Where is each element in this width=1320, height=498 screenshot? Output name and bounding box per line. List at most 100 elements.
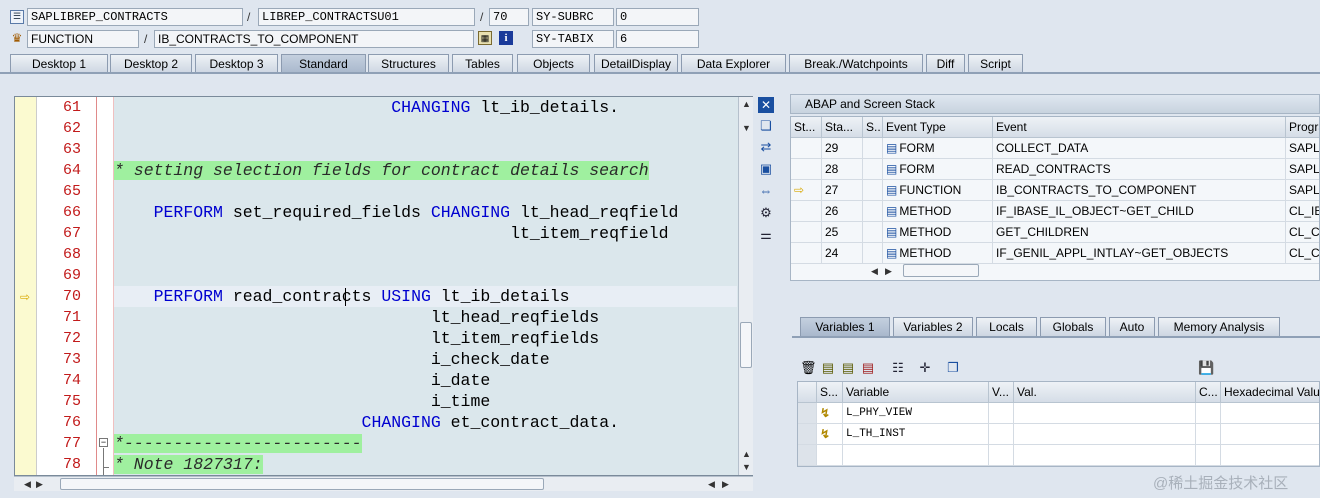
name-field[interactable]: IB_CONTRACTS_TO_COMPONENT — [154, 30, 474, 48]
tab-auto[interactable]: Auto — [1109, 317, 1155, 336]
stack-program[interactable]: SAPLIE — [1286, 159, 1319, 180]
code-line[interactable] — [114, 139, 737, 160]
scroll-up-arrow-icon[interactable]: ▲ — [742, 99, 751, 109]
row-selector[interactable] — [798, 445, 817, 466]
stack-event[interactable]: IF_GENIL_APPL_INTLAY~GET_OBJECTS — [993, 243, 1286, 264]
code-line[interactable]: i_date — [114, 370, 737, 391]
resize-icon[interactable]: ⇔ — [758, 183, 774, 199]
stack-level[interactable]: 27 — [822, 180, 863, 201]
stack-level[interactable]: 28 — [822, 159, 863, 180]
delete-icon[interactable]: 🗑 — [800, 360, 817, 376]
tab-desktop-1[interactable]: Desktop 1 — [10, 54, 108, 73]
code-line[interactable]: * Note 1827317: — [114, 454, 737, 475]
stack-column-header[interactable]: Sta... — [822, 117, 863, 138]
source-editor[interactable]: CHANGING lt_ib_details. * setting selecti… — [14, 96, 753, 476]
stack-status[interactable] — [863, 222, 883, 243]
load-variables-icon[interactable]: ▤ — [840, 360, 856, 376]
sysvar2-name-field[interactable]: SY-TABIX — [532, 30, 614, 48]
tab-standard[interactable]: Standard — [281, 54, 366, 73]
stack-column-header[interactable]: Progra — [1286, 117, 1319, 138]
tab-globals[interactable]: Globals — [1040, 317, 1106, 336]
type-field[interactable]: FUNCTION — [27, 30, 139, 48]
code-line[interactable]: CHANGING lt_ib_details. — [114, 97, 737, 118]
stack-column-header[interactable]: S.. — [863, 117, 883, 138]
tab-desktop-2[interactable]: Desktop 2 — [110, 54, 192, 73]
stack-current-marker[interactable] — [791, 159, 822, 180]
stack-program[interactable]: CL_CR — [1286, 222, 1319, 243]
sysvar-name-field[interactable]: SY-SUBRC — [532, 8, 614, 26]
variable-type-cell[interactable]: ↯ — [817, 403, 843, 424]
stack-event[interactable]: IB_CONTRACTS_TO_COMPONENT — [993, 180, 1286, 201]
variable-value-cell[interactable] — [1196, 403, 1221, 424]
tab-detaildisplay[interactable]: DetailDisplay — [594, 54, 678, 73]
code-line[interactable] — [114, 181, 737, 202]
stack-horizontal-scrollbar[interactable]: ◀ ▶ — [867, 264, 987, 278]
stack-program[interactable]: SAPLIE — [1286, 180, 1319, 201]
select-all-header[interactable] — [798, 382, 817, 403]
navigate-icon[interactable]: ▦ — [478, 31, 492, 45]
stack-event-type[interactable]: ▤ FUNCTION — [883, 180, 993, 201]
variables-column-header[interactable]: S... — [817, 382, 843, 403]
tab-break-watchpoints[interactable]: Break./Watchpoints — [789, 54, 923, 73]
code-line[interactable]: lt_head_reqfields — [114, 307, 737, 328]
stack-level[interactable]: 24 — [822, 243, 863, 264]
stack-status[interactable] — [863, 159, 883, 180]
tab-variables-1[interactable]: Variables 1 — [800, 317, 890, 336]
scroll-left-arrow-icon[interactable]: ◀ — [24, 479, 31, 489]
stack-program[interactable]: CL_IBC — [1286, 201, 1319, 222]
tab-memory-analysis[interactable]: Memory Analysis — [1158, 317, 1280, 336]
scroll-up-arrow-icon[interactable]: ▲ — [742, 449, 751, 459]
row-selector[interactable] — [798, 403, 817, 424]
scroll-down-arrow-icon[interactable]: ▼ — [742, 123, 751, 133]
save-icon[interactable]: 💾 — [1198, 360, 1214, 376]
code-line[interactable]: lt_item_reqfield — [114, 223, 737, 244]
editor-vertical-scrollbar[interactable]: ▲ ▼ ▲ ▼ — [738, 97, 753, 475]
variables-column-header[interactable]: C... — [1196, 382, 1221, 403]
stack-column-header[interactable]: Event — [993, 117, 1286, 138]
line-field[interactable]: 70 — [489, 8, 529, 26]
tab-structures[interactable]: Structures — [368, 54, 449, 73]
program-field[interactable]: SAPLIBREP_CONTRACTS — [27, 8, 243, 26]
stack-current-marker[interactable] — [791, 201, 822, 222]
tab-script[interactable]: Script — [968, 54, 1023, 73]
variable-value-cell[interactable] — [1221, 424, 1319, 445]
config-icon[interactable]: ⚌ — [758, 227, 774, 243]
stack-level[interactable]: 26 — [822, 201, 863, 222]
save-variables-icon[interactable]: ▤ — [820, 360, 836, 376]
swap-tool-icon[interactable]: ⇄ — [758, 139, 774, 155]
scroll-down-arrow-icon[interactable]: ▼ — [742, 462, 751, 472]
stack-event[interactable]: COLLECT_DATA — [993, 138, 1286, 159]
stack-program[interactable]: SAPLIE — [1286, 138, 1319, 159]
stack-event[interactable]: IF_IBASE_IL_OBJECT~GET_CHILD — [993, 201, 1286, 222]
editor-horizontal-scrollbar[interactable]: ◀ ▶ ◀ ▶ — [14, 476, 753, 491]
variable-value-cell[interactable] — [989, 424, 1014, 445]
variables-column-header[interactable]: Hexadecimal Value — [1221, 382, 1319, 403]
variable-value-cell[interactable] — [1196, 424, 1221, 445]
tab-diff[interactable]: Diff — [926, 54, 965, 73]
variable-name-cell[interactable]: L_TH_INST — [843, 424, 989, 445]
code-line[interactable] — [114, 244, 737, 265]
tree-icon[interactable]: ☷ — [890, 360, 906, 376]
variables-column-header[interactable]: Val. — [1014, 382, 1196, 403]
stack-event-type[interactable]: ▤ METHOD — [883, 243, 993, 264]
variable-name-cell[interactable]: L_PHY_VIEW — [843, 403, 989, 424]
variable-value-cell[interactable] — [989, 445, 1014, 466]
code-line[interactable]: CHANGING et_contract_data. — [114, 412, 737, 433]
tab-locals[interactable]: Locals — [976, 317, 1037, 336]
scroll-right-arrow-icon[interactable]: ▶ — [36, 479, 43, 489]
variable-value-cell[interactable] — [989, 403, 1014, 424]
variables-column-header[interactable]: Variable — [843, 382, 989, 403]
row-selector[interactable] — [798, 424, 817, 445]
scroll-thumb[interactable] — [740, 322, 752, 368]
scroll-left-arrow-icon[interactable]: ◀ — [708, 479, 715, 489]
tab-variables-2[interactable]: Variables 2 — [893, 317, 973, 336]
stack-level[interactable]: 25 — [822, 222, 863, 243]
stack-event-type[interactable]: ▤ METHOD — [883, 201, 993, 222]
copy-icon[interactable]: ❐ — [945, 360, 961, 376]
stack-current-marker[interactable]: ⇨ — [791, 180, 822, 201]
export-icon[interactable]: ▤ — [860, 360, 876, 376]
stack-event-type[interactable]: ▤ FORM — [883, 159, 993, 180]
code-line[interactable] — [114, 118, 737, 139]
stack-status[interactable] — [863, 138, 883, 159]
variable-value-cell[interactable] — [1196, 445, 1221, 466]
